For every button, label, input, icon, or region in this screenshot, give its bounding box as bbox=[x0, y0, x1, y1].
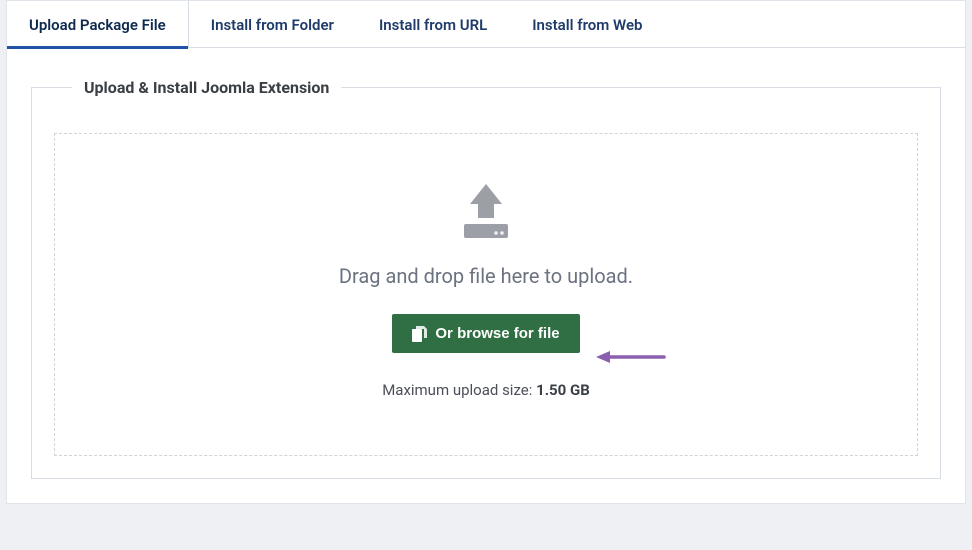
max-upload-size: Maximum upload size: 1.50 GB bbox=[75, 381, 897, 399]
tab-install-from-web[interactable]: Install from Web bbox=[510, 1, 665, 48]
tab-label: Install from URL bbox=[379, 16, 487, 34]
upload-fieldset: Upload & Install Joomla Extension Drag a… bbox=[31, 78, 941, 479]
drag-drop-text: Drag and drop file here to upload. bbox=[75, 264, 897, 288]
browse-button-label: Or browse for file bbox=[435, 325, 559, 342]
tabs: Upload Package File Install from Folder … bbox=[7, 1, 965, 48]
tab-install-from-folder[interactable]: Install from Folder bbox=[189, 1, 357, 48]
max-size-prefix: Maximum upload size: bbox=[382, 381, 536, 399]
max-size-value: 1.50 GB bbox=[536, 381, 590, 399]
tab-label: Install from Folder bbox=[211, 16, 334, 34]
tab-content: Upload & Install Joomla Extension Drag a… bbox=[7, 48, 965, 503]
tab-upload-package-file[interactable]: Upload Package File bbox=[7, 1, 189, 48]
copy-icon bbox=[412, 326, 427, 342]
fieldset-legend: Upload & Install Joomla Extension bbox=[72, 78, 341, 97]
tab-label: Install from Web bbox=[532, 16, 642, 34]
dropzone[interactable]: Drag and drop file here to upload. Or br… bbox=[54, 133, 918, 456]
browse-button[interactable]: Or browse for file bbox=[392, 314, 579, 353]
install-panel: Upload Package File Install from Folder … bbox=[6, 0, 966, 504]
upload-icon bbox=[450, 182, 522, 246]
tab-install-from-url[interactable]: Install from URL bbox=[357, 1, 510, 48]
tab-label: Upload Package File bbox=[29, 16, 166, 34]
